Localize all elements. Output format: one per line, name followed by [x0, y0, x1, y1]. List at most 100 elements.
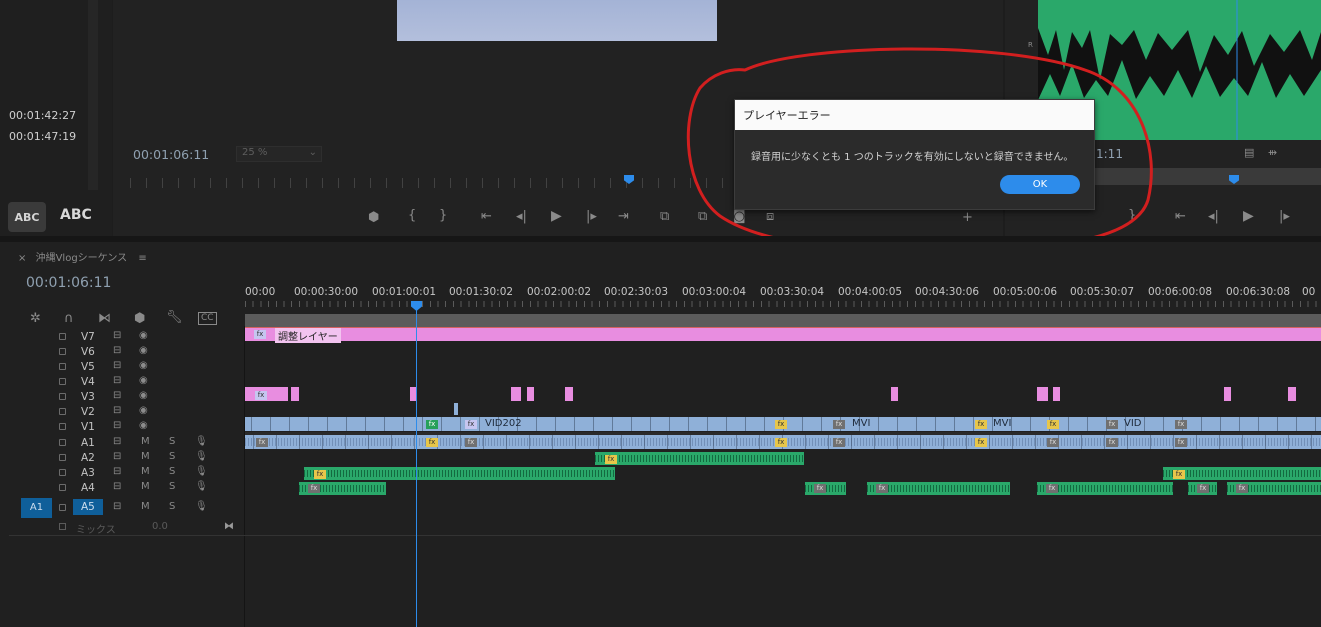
eye-icon[interactable]: ◉: [139, 360, 148, 371]
v3-clip[interactable]: [1037, 387, 1048, 401]
v3-clip[interactable]: [891, 387, 898, 401]
v3-clip[interactable]: [527, 387, 534, 401]
mix-lock-icon[interactable]: [59, 523, 66, 530]
captions-icon[interactable]: CC: [198, 312, 217, 325]
track-header-v2[interactable]: V2 ⊟ ◉: [9, 405, 244, 420]
sync-lock-icon[interactable]: ⊟: [113, 501, 121, 512]
lock-icon[interactable]: [59, 363, 66, 370]
microphone-icon[interactable]: 🎙︎: [195, 466, 208, 477]
a4-clip[interactable]: fx: [805, 482, 846, 495]
a2-clip[interactable]: [595, 452, 804, 465]
sync-lock-icon[interactable]: ⊟: [113, 405, 121, 416]
ruler-label: 00:02:30:03: [604, 286, 669, 298]
v3-clip[interactable]: [565, 387, 573, 401]
solo-button[interactable]: S: [169, 451, 175, 462]
sync-lock-icon[interactable]: ⊟: [113, 481, 121, 492]
v3-clip[interactable]: [1288, 387, 1296, 401]
sync-lock-icon[interactable]: ⊟: [113, 345, 121, 356]
lock-icon[interactable]: [59, 439, 66, 446]
eye-icon[interactable]: ◉: [139, 405, 148, 416]
mix-value[interactable]: 0.0: [152, 521, 168, 532]
solo-button[interactable]: S: [169, 466, 175, 477]
a4-clip[interactable]: fx: [299, 482, 386, 495]
v3-clip[interactable]: [1224, 387, 1231, 401]
wrench-icon[interactable]: 🔧︎: [166, 311, 183, 325]
mute-button[interactable]: M: [141, 436, 150, 447]
track-header-a4[interactable]: A4 ⊟ M S 🎙︎: [9, 481, 244, 496]
lock-icon[interactable]: [59, 333, 66, 340]
eye-icon[interactable]: ◉: [139, 375, 148, 386]
sync-lock-icon[interactable]: ⊟: [113, 375, 121, 386]
microphone-icon[interactable]: 🎙︎: [195, 436, 208, 447]
mute-button[interactable]: M: [141, 481, 150, 492]
ruler-label: 00:05:30:07: [1070, 286, 1135, 298]
source-patch-a1[interactable]: A1: [21, 498, 52, 518]
solo-button[interactable]: S: [169, 436, 175, 447]
mute-button[interactable]: M: [141, 451, 150, 462]
add-marker-icon[interactable]: ⬢: [134, 312, 145, 326]
track-header-v6[interactable]: V6 ⊟ ◉: [9, 345, 244, 360]
v2-clip[interactable]: [454, 403, 458, 415]
track-header-v5[interactable]: V5 ⊟ ◉: [9, 360, 244, 375]
track-header-a1[interactable]: A1 ⊟ M S 🎙︎: [9, 436, 244, 451]
snap-icon[interactable]: ✲: [30, 312, 41, 326]
solo-button[interactable]: S: [169, 481, 175, 492]
eye-icon[interactable]: ◉: [139, 330, 148, 341]
sync-lock-icon[interactable]: ⊟: [113, 436, 121, 447]
mix-bowtie-icon[interactable]: ⧓: [224, 521, 234, 532]
mute-button[interactable]: M: [141, 501, 150, 512]
lock-icon[interactable]: [59, 408, 66, 415]
eye-icon[interactable]: ◉: [139, 420, 148, 431]
lock-icon[interactable]: [59, 504, 66, 511]
lock-icon[interactable]: [59, 348, 66, 355]
magnet-icon[interactable]: ∩: [64, 312, 74, 326]
track-header-a2[interactable]: A2 ⊟ M S 🎙︎: [9, 451, 244, 466]
work-area-bar[interactable]: [245, 314, 1321, 327]
a3-clip-2[interactable]: [1163, 467, 1321, 480]
sync-lock-icon[interactable]: ⊟: [113, 330, 121, 341]
lock-icon[interactable]: [59, 469, 66, 476]
a2-fx: fx: [605, 455, 617, 464]
a1-fx-yellow-1: fx: [426, 438, 438, 447]
eye-icon[interactable]: ◉: [139, 345, 148, 356]
sync-lock-icon[interactable]: ⊟: [113, 466, 121, 477]
v3-clip[interactable]: [291, 387, 299, 401]
a4-clip[interactable]: fx: [1037, 482, 1173, 495]
microphone-icon[interactable]: 🎙︎: [195, 451, 208, 462]
microphone-icon[interactable]: 🎙︎: [195, 481, 208, 492]
menu-icon[interactable]: ≡: [138, 253, 146, 264]
a2-waveform: [595, 455, 804, 462]
adjustment-layer-clip[interactable]: fx 調整レイヤー: [245, 328, 1321, 343]
lock-icon[interactable]: [59, 423, 66, 430]
lock-icon[interactable]: [59, 484, 66, 491]
microphone-icon[interactable]: 🎙︎: [195, 501, 208, 512]
sync-lock-icon[interactable]: ⊟: [113, 420, 121, 431]
v3-clip[interactable]: [511, 387, 521, 401]
sync-lock-icon[interactable]: ⊟: [113, 390, 121, 401]
lock-icon[interactable]: [59, 393, 66, 400]
track-header-v7[interactable]: V7 ⊟ ◉: [9, 330, 244, 345]
eye-icon[interactable]: ◉: [139, 390, 148, 401]
solo-button[interactable]: S: [169, 501, 175, 512]
timeline-timecode[interactable]: 00:01:06:11: [26, 275, 111, 291]
a4-clip[interactable]: fx: [867, 482, 1010, 495]
close-icon[interactable]: ×: [18, 253, 26, 264]
a3-clip-1[interactable]: [304, 467, 615, 480]
sync-lock-icon[interactable]: ⊟: [113, 451, 121, 462]
linked-selection-icon[interactable]: ⧑: [98, 312, 111, 326]
timeline-tab[interactable]: × 沖縄Vlogシーケンス ≡: [18, 249, 147, 264]
lock-icon[interactable]: [59, 454, 66, 461]
track-header-v4[interactable]: V4 ⊟ ◉: [9, 375, 244, 390]
a4-clip[interactable]: fx: [1188, 482, 1217, 495]
track-header-v3[interactable]: V3 ⊟ ◉: [9, 390, 244, 405]
v3-clip[interactable]: [1053, 387, 1060, 401]
a4-fx-badge: fx: [876, 484, 888, 493]
track-name: A1: [81, 437, 95, 449]
lock-icon[interactable]: [59, 378, 66, 385]
mute-button[interactable]: M: [141, 466, 150, 477]
sync-lock-icon[interactable]: ⊟: [113, 360, 121, 371]
a4-clip[interactable]: fx: [1227, 482, 1321, 495]
v1-fx-green: fx: [426, 420, 438, 429]
track-header-a3[interactable]: A3 ⊟ M S 🎙︎: [9, 466, 244, 481]
track-header-v1[interactable]: V1 ⊟ ◉: [9, 420, 244, 435]
